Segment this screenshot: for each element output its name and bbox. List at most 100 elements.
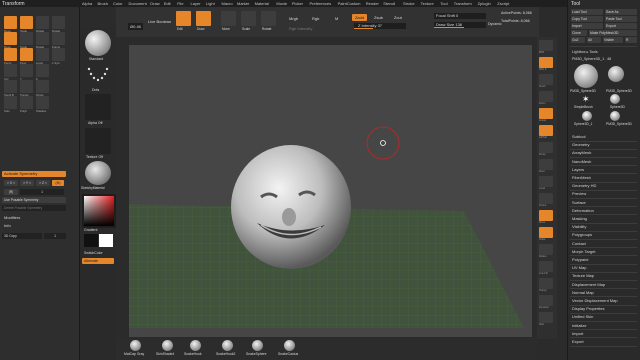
brush-preset-5-icon[interactable]	[284, 340, 295, 351]
zcut-button[interactable]: Zcut	[394, 15, 402, 20]
sphere3d-icon[interactable]	[610, 94, 620, 104]
stroke-dots-icon[interactable]	[85, 64, 111, 86]
menu-item-zscript[interactable]: Zscript	[497, 1, 509, 6]
transform-button-6[interactable]: Rotate	[36, 32, 49, 49]
texture-slot[interactable]	[85, 128, 111, 154]
transform-button-18[interactable]: Solo	[4, 96, 17, 113]
mode-move-button[interactable]: Move	[221, 11, 236, 31]
shelf-scroll-button[interactable]: Scroll	[539, 74, 553, 88]
menu-item-marker[interactable]: Marker	[237, 1, 249, 6]
main-color-swatch[interactable]	[99, 234, 113, 247]
transform-button-19[interactable]: PolyF	[20, 96, 33, 113]
rp-section-vector-displacement-map[interactable]: Vector Displacement Map	[572, 298, 618, 303]
3d-copy-value[interactable]: 1	[44, 233, 66, 239]
rp-section-masking[interactable]: Masking	[572, 216, 587, 221]
symmetry-axis-1[interactable]: > Y <	[20, 180, 34, 186]
rgb-intensity-slider[interactable]: Rgb Intensity	[289, 26, 312, 31]
transform-button-10[interactable]: Local	[36, 48, 49, 65]
shelf-dynamic-button[interactable]: Dynamic	[539, 295, 553, 309]
modifiers-header[interactable]: Modifiers	[4, 215, 20, 220]
brush-preset-2-icon[interactable]	[190, 340, 201, 351]
transform-button-2[interactable]: Rotate	[36, 16, 49, 33]
3d-copy-slider[interactable]: 3D Copy	[2, 233, 42, 239]
rp-section-deformation[interactable]: Deformation	[572, 208, 594, 213]
menu-item-preferences[interactable]: Preferences	[310, 1, 332, 6]
activate-symmetry-button[interactable]: Activate Symmetry	[2, 171, 66, 177]
mode-rotate-button[interactable]: Rotate	[261, 11, 276, 31]
color-field[interactable]	[84, 196, 114, 226]
sphere3d-1-icon[interactable]	[582, 111, 592, 121]
color-picker[interactable]	[82, 194, 116, 228]
rp-section-polypaint[interactable]: Polypaint	[572, 257, 588, 262]
mode-scale-button[interactable]: Scale	[241, 11, 256, 31]
m-button[interactable]: M	[335, 16, 338, 21]
menu-item-paintcustom[interactable]: PaintCustom	[338, 1, 361, 6]
transform-button-16[interactable]: Transp	[20, 80, 33, 97]
secondary-color-swatch[interactable]	[84, 234, 98, 247]
shelf-aahalf-button[interactable]: AAHalf	[539, 125, 553, 139]
rp-export-button[interactable]: Export	[605, 23, 637, 29]
shelf-spix-3-button[interactable]: SPix 3	[539, 57, 553, 71]
shelf-move-button[interactable]: Move	[539, 210, 553, 224]
rp-section-unified-skin[interactable]: Unified Skin	[572, 314, 593, 319]
menu-item-tool[interactable]: Tool	[440, 1, 447, 6]
shelf-rotate-button[interactable]: Rotate	[539, 244, 553, 258]
alternate-button[interactable]: Alternate	[82, 258, 114, 264]
menu-item-color[interactable]: Color	[113, 1, 123, 6]
transform-button-4[interactable]: Move	[4, 32, 17, 49]
rp-load-tool-button[interactable]: Load Tool	[571, 9, 603, 15]
menu-item-layer[interactable]: Layer	[191, 1, 201, 6]
menu-item-stroke[interactable]: Stroke	[403, 1, 415, 6]
brush-preset-0-icon[interactable]	[130, 340, 141, 351]
rp-section-uv-map[interactable]: UV Map	[572, 265, 586, 270]
radial-count-slider[interactable]: 1	[20, 189, 64, 195]
rp-section-geometry[interactable]: Geometry	[572, 142, 590, 147]
mrgb-button[interactable]: Mrgb	[289, 16, 298, 21]
rp-goz-button[interactable]: GoZ	[571, 37, 585, 43]
rp-clone-button[interactable]: Clone	[571, 30, 587, 36]
transform-button-1[interactable]: Scale	[20, 16, 33, 33]
shelf-line-fill-button[interactable]: Line Fill	[539, 261, 553, 275]
shelf-solo-button[interactable]: Solo	[539, 312, 553, 326]
menu-item-alpha[interactable]: Alpha	[82, 1, 92, 6]
rp-section-polygroups[interactable]: Polygroups	[572, 232, 592, 237]
menu-item-transform[interactable]: Transform	[454, 1, 472, 6]
symmetry-m-toggle[interactable]: (M)	[52, 180, 64, 186]
rp-section-morph-target[interactable]: Morph Target	[572, 249, 596, 254]
rp-make-polymesh3d-button[interactable]: Make PolyMesh3D	[589, 30, 637, 36]
menu-item-edit[interactable]: Edit	[164, 1, 171, 6]
menu-item-picker[interactable]: Picker	[292, 1, 303, 6]
use-posable-symmetry-button[interactable]: Use Posable Symmetry	[2, 197, 66, 203]
symmetry-axis-2[interactable]: > Z <	[36, 180, 50, 186]
menu-item-zplugin[interactable]: Zplugin	[478, 1, 491, 6]
sculpt-head[interactable]	[231, 145, 351, 269]
transform-button-5[interactable]: Scale	[20, 32, 33, 49]
rp-section-nanomesh[interactable]: NanoMesh	[572, 159, 591, 164]
zadd-button[interactable]: Zadd	[352, 14, 367, 21]
tool-thumb-sphere[interactable]	[608, 66, 624, 82]
transform-button-11[interactable]: L.Sym	[52, 48, 65, 65]
rp-copy-tool-button[interactable]: Copy Tool	[571, 16, 603, 22]
menu-item-file[interactable]: File	[177, 1, 183, 6]
rp-section-initialize[interactable]: Initialize	[572, 323, 586, 328]
brush-preset-3-icon[interactable]	[222, 340, 233, 351]
rp-paste-tool-button[interactable]: Paste Tool	[605, 16, 637, 22]
zsub-button[interactable]: Zsub	[374, 15, 383, 20]
mode-edit-button[interactable]: Edit	[176, 11, 191, 31]
z-intensity-slider[interactable]: Z Intensity 37	[354, 23, 406, 29]
menu-item-macro[interactable]: Macro	[222, 1, 233, 6]
mode-draw-button[interactable]: Draw	[196, 11, 211, 31]
menu-item-brush[interactable]: Brush	[98, 1, 108, 6]
rp-visible-button[interactable]: Visible	[603, 37, 623, 43]
alpha-slot[interactable]	[85, 94, 111, 120]
rp-section-import[interactable]: Import	[572, 331, 583, 336]
menu-item-render[interactable]: Render	[366, 1, 379, 6]
transform-button-14[interactable]: Z	[36, 64, 49, 81]
shelf-zoom-button[interactable]: Zoom	[539, 91, 553, 105]
rp-save-as-button[interactable]: Save As	[605, 9, 637, 15]
symmetry-axis-0[interactable]: > X <	[4, 180, 18, 186]
transform-button-12[interactable]: Xyz	[4, 64, 17, 81]
menu-item-light[interactable]: Light	[206, 1, 215, 6]
pm3d-sphere-icon[interactable]	[610, 111, 620, 121]
simplebrush-icon[interactable]: ✶	[582, 94, 592, 104]
